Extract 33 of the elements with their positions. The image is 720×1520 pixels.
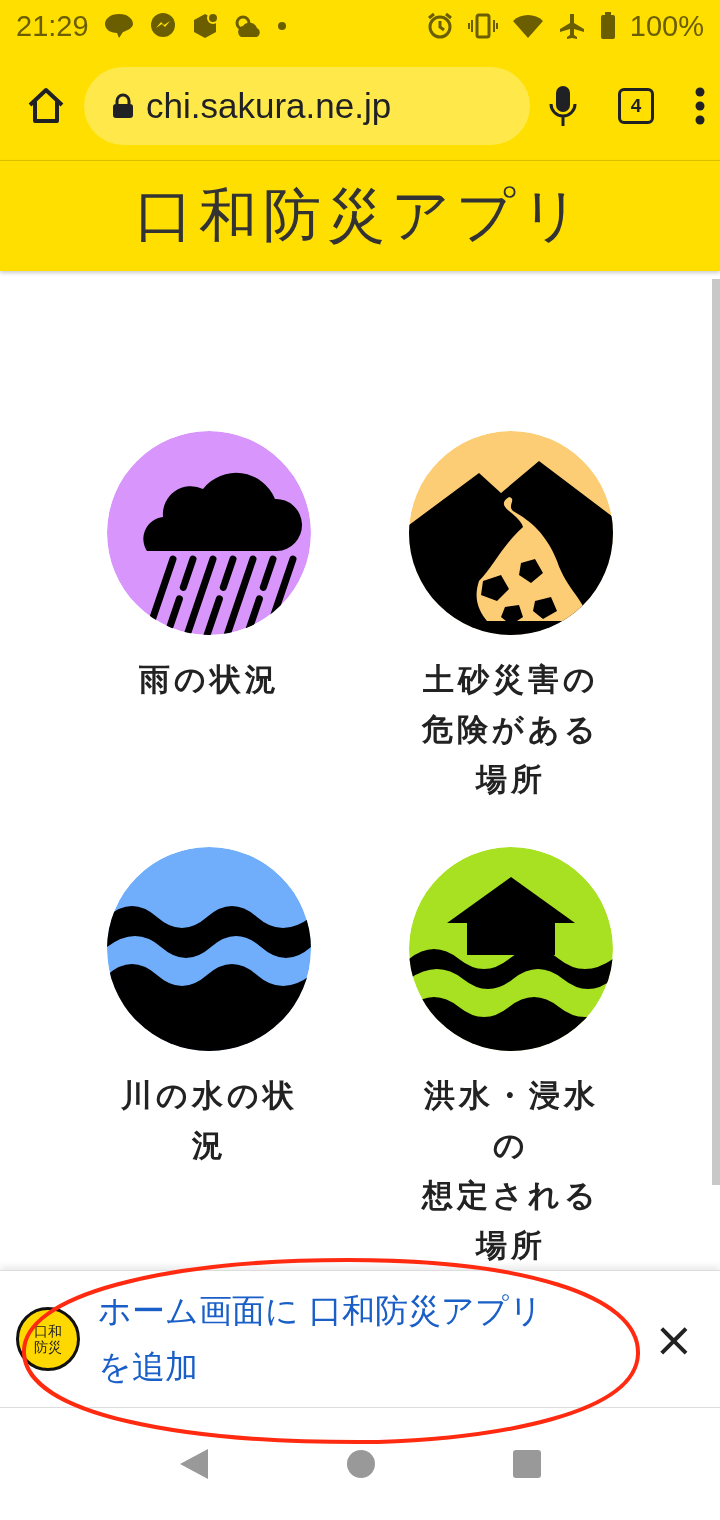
tile-label[interactable]: 土砂災害の 危険がある 場所: [422, 654, 600, 804]
battery-icon: [599, 12, 616, 40]
app-icon: 口和 防災: [16, 1307, 80, 1371]
rain-cloud-icon[interactable]: [107, 431, 311, 635]
lock-icon: [112, 93, 134, 119]
home-circle-icon[interactable]: [346, 1449, 376, 1479]
landslide-icon[interactable]: [409, 431, 613, 635]
recents-icon[interactable]: [512, 1449, 542, 1479]
wifi-icon: [511, 13, 544, 39]
scrollbar[interactable]: [712, 279, 720, 1185]
chat-bubble-icon: [102, 12, 135, 40]
home-icon[interactable]: [26, 86, 66, 126]
flooded-house-icon[interactable]: [409, 847, 613, 1051]
back-icon[interactable]: [178, 1447, 210, 1481]
vibrate-icon: [467, 13, 498, 39]
close-button[interactable]: ×: [647, 1311, 700, 1367]
clock-time: 21:29: [16, 9, 89, 43]
airplane-icon: [557, 12, 586, 40]
dot-icon: [276, 21, 287, 31]
alarm-icon: [425, 12, 454, 40]
tile-label[interactable]: 雨の状況: [138, 654, 280, 704]
address-bar[interactable]: chi.sakura.ne.jp: [84, 67, 530, 145]
microphone-icon[interactable]: [548, 84, 578, 128]
tile-label[interactable]: 川の水の状 況: [120, 1070, 298, 1170]
waves-icon[interactable]: [107, 847, 311, 1051]
tab-count-button[interactable]: 4: [618, 88, 654, 124]
more-menu-icon[interactable]: [694, 86, 706, 126]
app-title: 口和防災アプリ: [134, 180, 586, 251]
tile-label[interactable]: 洪水・浸水 の 想定される 場所: [422, 1070, 600, 1270]
add-to-home-screen-link[interactable]: ホーム画面に 口和防災アプリ を追加: [98, 1283, 630, 1395]
url-text: chi.sakura.ne.jp: [146, 86, 392, 126]
messenger-icon: [148, 12, 177, 40]
battery-percentage: 100%: [629, 9, 704, 43]
